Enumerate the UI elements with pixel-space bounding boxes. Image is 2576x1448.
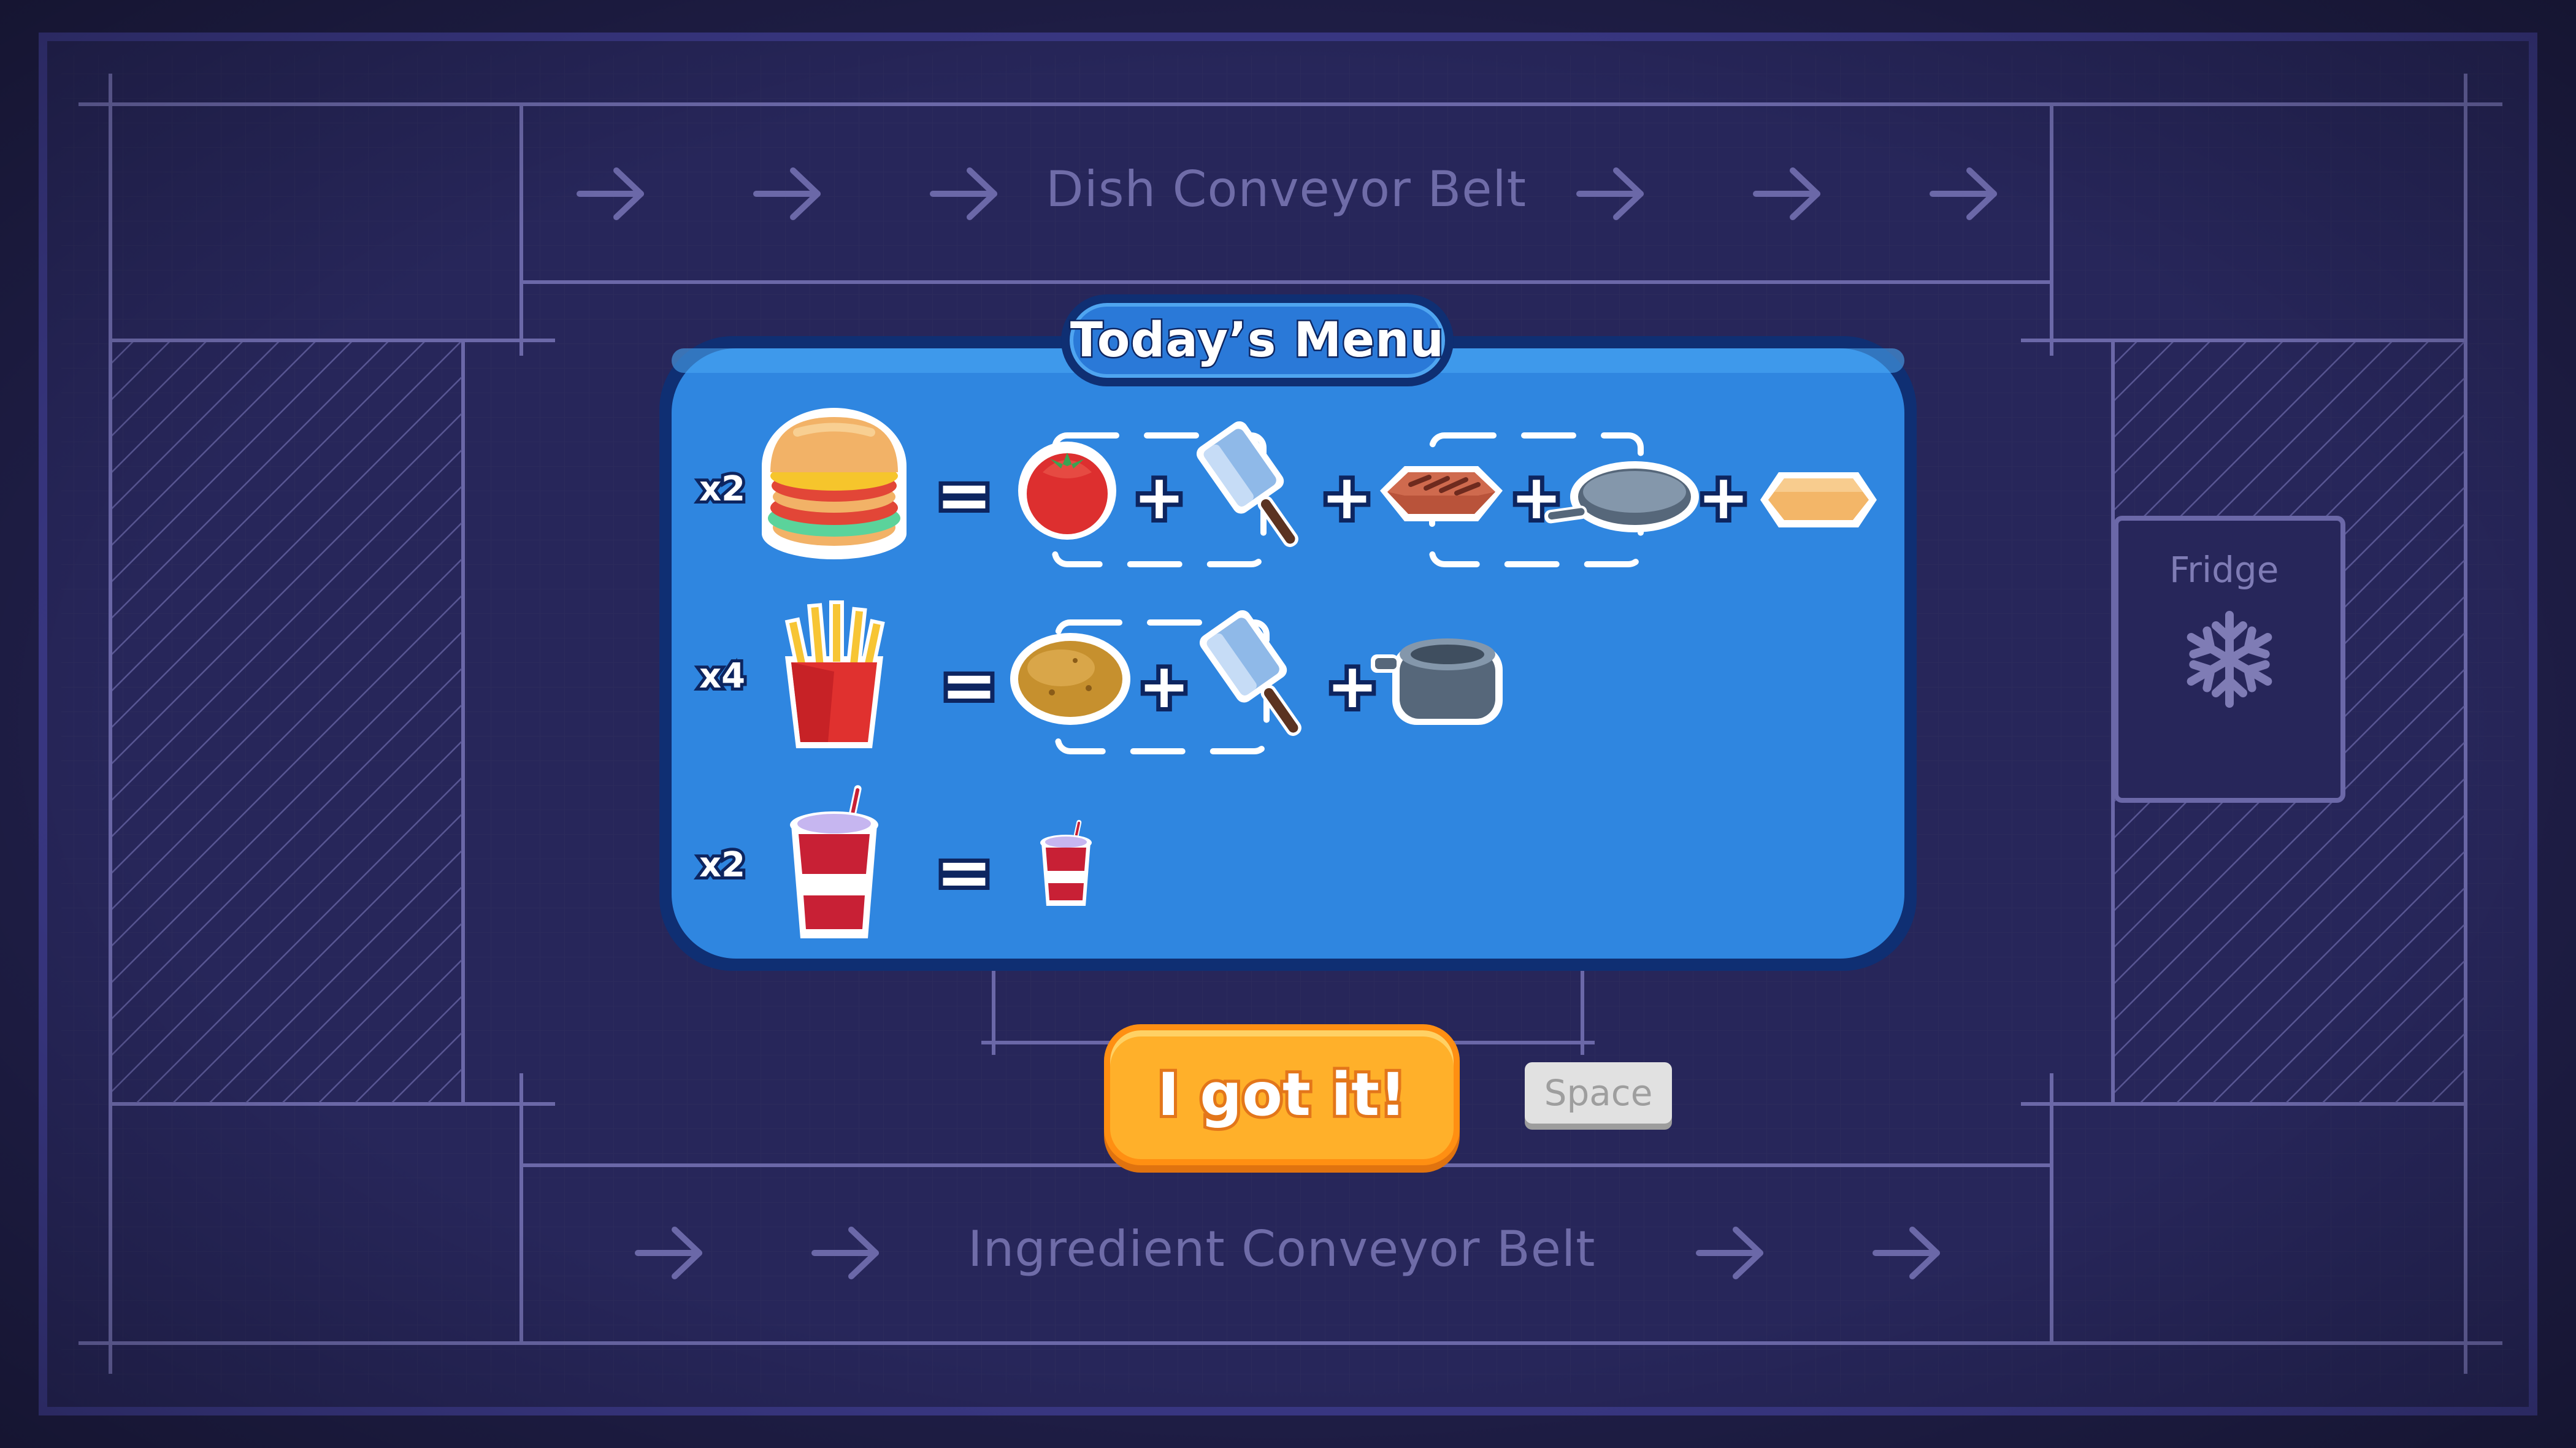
equals-icon: = [936,833,992,911]
plus-icon: + [1133,461,1185,533]
plus-icon: + [1138,650,1190,722]
plus-icon: + [1698,461,1749,533]
tomato-icon [1018,442,1116,540]
equals-icon: = [936,456,992,534]
bun-icon [1760,472,1877,527]
equals-icon: = [941,646,997,724]
meat-patty-icon [1380,466,1503,521]
potato-icon [1010,633,1130,725]
i-got-it-label: I got it! [1154,1057,1409,1132]
burger-icon [762,408,907,559]
i-got-it-button[interactable]: I got it! [1104,1024,1460,1165]
plus-icon: + [1321,461,1373,533]
plus-icon: + [1327,650,1378,722]
